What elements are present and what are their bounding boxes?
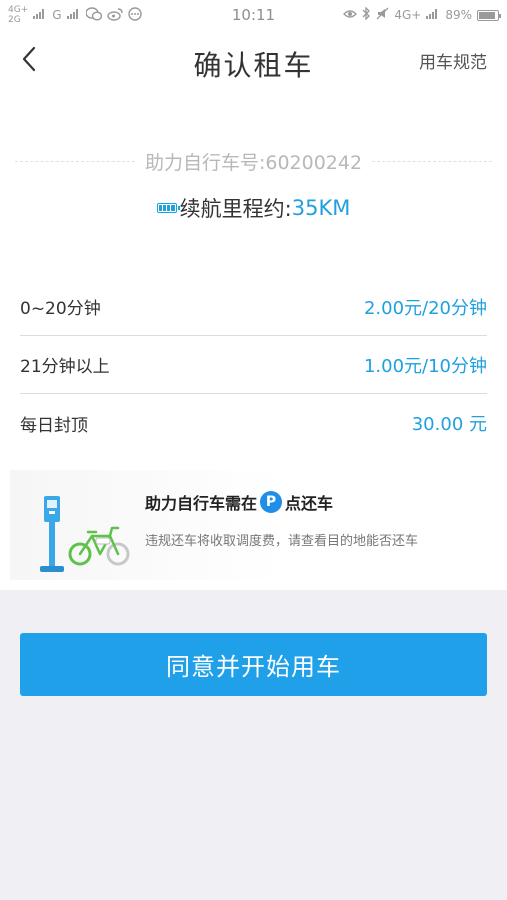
notice-title-before: 助力自行车需在 xyxy=(145,494,258,513)
network-right-label: 4G+ xyxy=(394,8,422,22)
weibo-icon xyxy=(106,7,123,24)
network-stack: 4G+ 2G xyxy=(8,5,28,25)
price-label: 21分钟以上 xyxy=(20,357,110,377)
price-row: 21分钟以上 1.00元/10分钟 xyxy=(20,336,487,394)
start-riding-button[interactable]: 同意并开始用车 xyxy=(20,633,487,696)
signal-icon-3 xyxy=(426,8,440,22)
status-bar: 4G+ 2G G 10:11 4G+ 89% xyxy=(0,0,507,30)
status-right: 4G+ 89% xyxy=(343,6,501,23)
signal-icon xyxy=(33,8,47,22)
price-label: 每日封顶 xyxy=(20,415,88,436)
bike-info-section: 助力自行车号:60200242 续航里程约: 35KM xyxy=(0,90,507,270)
signal-icon-2 xyxy=(66,8,81,22)
price-value: 2.00元/20分钟 xyxy=(363,297,487,319)
network-bottom-label: 2G xyxy=(8,15,21,25)
network-top-label: 4G+ xyxy=(8,5,29,15)
price-value: 30.00 元 xyxy=(411,414,487,435)
return-notice: 助力自行车需在 P 点还车 违规还车将收取调度费，请查看目的地能否还车 xyxy=(0,454,507,590)
more-icon xyxy=(127,6,142,24)
battery-icon xyxy=(477,9,501,21)
wechat-icon xyxy=(84,6,102,24)
range-row: 续航里程约: 35KM xyxy=(0,193,507,223)
bluetooth-icon xyxy=(362,6,371,23)
battery-percent: 89% xyxy=(445,8,472,22)
dash-divider-left xyxy=(15,160,135,162)
price-value: 1.00元/10分钟 xyxy=(363,355,487,377)
eye-icon xyxy=(343,8,358,23)
dash-divider-right xyxy=(372,160,493,162)
network-g-label: G xyxy=(52,8,62,22)
status-left: 4G+ 2G G xyxy=(8,5,142,25)
notice-title: 助力自行车需在 P 点还车 xyxy=(145,490,333,514)
battery-fill xyxy=(479,11,496,19)
notice-banner xyxy=(10,470,460,580)
bike-number-row: 助力自行车号:60200242 xyxy=(15,148,493,174)
price-row: 0~20分钟 2.00元/20分钟 xyxy=(20,278,487,336)
rules-link[interactable]: 用车规范 xyxy=(419,48,487,73)
price-label: 0~20分钟 xyxy=(20,299,101,319)
notice-subtitle: 违规还车将收取调度费，请查看目的地能否还车 xyxy=(145,534,419,549)
battery-level-icon xyxy=(156,203,180,213)
bike-number: 助力自行车号:60200242 xyxy=(144,151,363,174)
range-label: 续航里程约: xyxy=(179,197,292,221)
nav-header: 确认租车 用车规范 xyxy=(0,30,507,90)
notice-title-after: 点还车 xyxy=(285,494,334,513)
price-row: 每日封顶 30.00 元 xyxy=(20,394,487,452)
parking-station-illustration xyxy=(40,496,130,572)
silent-icon xyxy=(376,7,389,23)
range-value: 35KM xyxy=(291,196,351,220)
pricing-section: 0~20分钟 2.00元/20分钟 21分钟以上 1.00元/10分钟 每日封顶… xyxy=(0,270,507,454)
parking-p-icon: P xyxy=(260,491,283,513)
